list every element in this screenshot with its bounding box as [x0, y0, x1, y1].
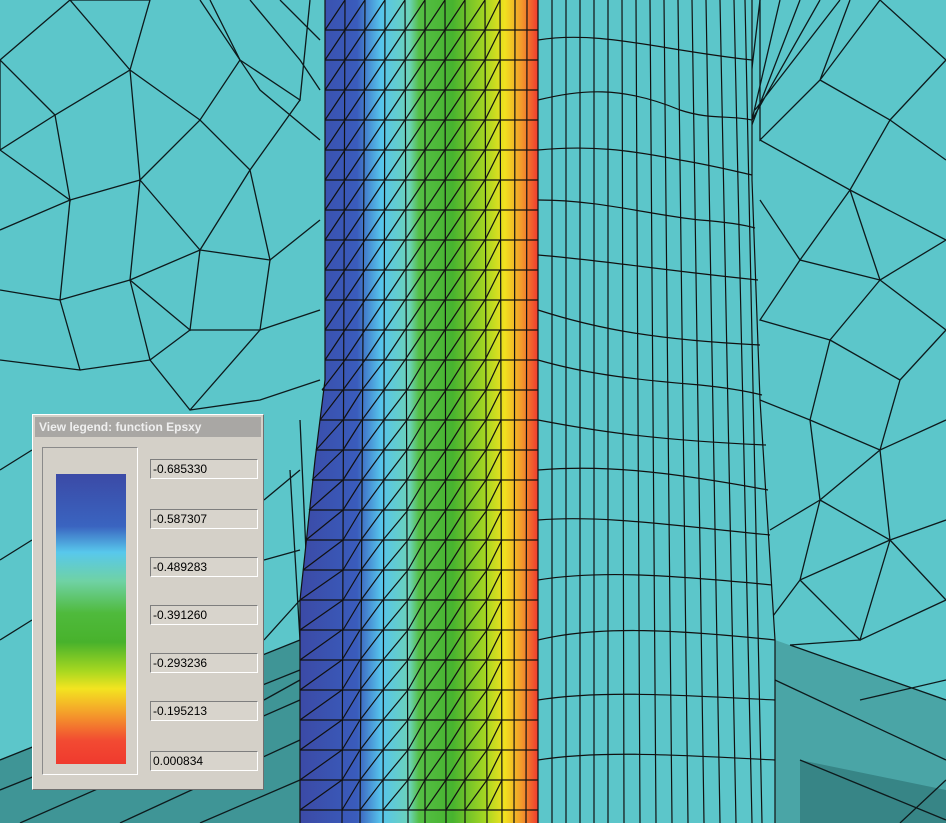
legend-title-bar[interactable]: View legend: function Epsxy [35, 417, 261, 437]
column-region [538, 0, 775, 823]
legend-value-1: -0.685330 [150, 459, 258, 479]
view-legend-panel[interactable]: View legend: function Epsxy -0.685330 -0… [32, 414, 264, 790]
legend-value-7: 0.000834 [150, 751, 258, 771]
legend-value-6: -0.195213 [150, 701, 258, 721]
legend-value-3: -0.489283 [150, 557, 258, 577]
legend-value-2: -0.587307 [150, 509, 258, 529]
color-scale-bar [56, 474, 126, 764]
legend-value-4: -0.391260 [150, 605, 258, 625]
color-scale-frame [42, 447, 138, 775]
legend-value-5: -0.293236 [150, 653, 258, 673]
